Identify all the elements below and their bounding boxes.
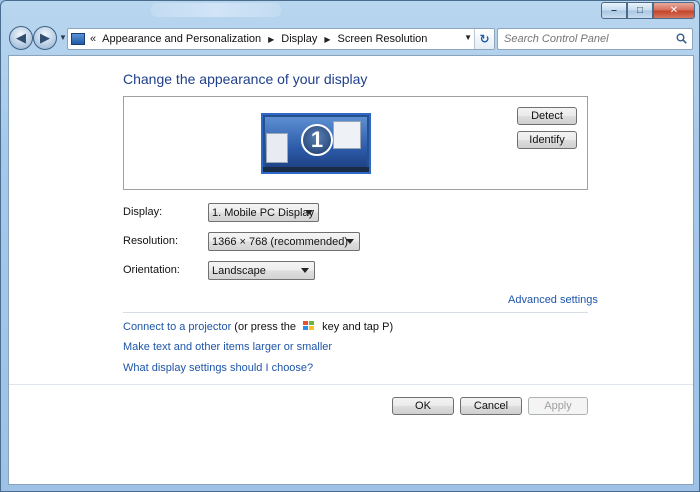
- display-select[interactable]: 1. Mobile PC Display: [208, 203, 319, 222]
- breadcrumb-separator-icon[interactable]: ▶: [324, 35, 330, 44]
- page-title: Change the appearance of your display: [123, 71, 368, 87]
- search-box[interactable]: [497, 28, 693, 50]
- forward-arrow-icon[interactable]: ▶: [33, 26, 57, 50]
- monitor-1-thumbnail[interactable]: 1: [261, 113, 371, 174]
- minimize-button[interactable]: –: [601, 2, 627, 19]
- advanced-settings-link[interactable]: Advanced settings: [508, 294, 598, 306]
- monitor-preview-area: 1 Detect Identify: [123, 96, 588, 190]
- breadcrumb-appearance[interactable]: Appearance and Personalization: [102, 33, 261, 45]
- orientation-select-value: Landscape: [212, 264, 266, 277]
- projector-row: Connect to a projector (or press the key…: [123, 321, 393, 333]
- ok-button[interactable]: OK: [392, 397, 454, 415]
- monitor-number-badge: 1: [301, 124, 333, 156]
- detect-button[interactable]: Detect: [517, 107, 577, 125]
- control-panel-icon: [71, 33, 85, 45]
- breadcrumb-display[interactable]: Display: [281, 33, 317, 45]
- orientation-select[interactable]: Landscape: [208, 261, 315, 280]
- desktop-window-icon: [266, 133, 288, 163]
- dropdown-arrow-icon: [305, 210, 313, 215]
- search-icon[interactable]: [676, 33, 687, 44]
- back-arrow-icon[interactable]: ◀: [9, 26, 33, 50]
- display-help-link[interactable]: What display settings should I choose?: [123, 362, 313, 374]
- address-bar[interactable]: « Appearance and Personalization ▶ Displ…: [67, 28, 495, 50]
- windows-logo-icon: [303, 321, 315, 331]
- caption-buttons: – □ ✕: [601, 2, 695, 19]
- recent-pages-dropdown-icon[interactable]: ▼: [59, 33, 67, 42]
- display-label: Display:: [123, 206, 163, 218]
- orientation-label: Orientation:: [123, 264, 180, 276]
- address-dropdown-icon[interactable]: ▼: [464, 33, 472, 42]
- dropdown-arrow-icon: [301, 268, 309, 273]
- maximize-button[interactable]: □: [627, 2, 653, 19]
- projector-hint-after: key and tap P): [322, 321, 394, 333]
- close-button[interactable]: ✕: [653, 2, 695, 19]
- desktop-window-icon: [333, 121, 361, 149]
- blurred-title: [151, 3, 281, 17]
- breadcrumb-overflow-icon[interactable]: «: [90, 33, 96, 45]
- search-input[interactable]: [504, 33, 664, 45]
- breadcrumb-separator-icon[interactable]: ▶: [268, 35, 274, 44]
- title-bar: – □ ✕: [1, 1, 699, 23]
- resolution-select[interactable]: 1366 × 768 (recommended): [208, 232, 360, 251]
- footer-divider: [9, 384, 693, 385]
- breadcrumb-screen-resolution[interactable]: Screen Resolution: [338, 33, 428, 45]
- section-divider: [123, 312, 588, 313]
- text-size-link[interactable]: Make text and other items larger or smal…: [123, 341, 332, 353]
- dropdown-arrow-icon: [346, 239, 354, 244]
- resolution-label: Resolution:: [123, 235, 179, 247]
- identify-button[interactable]: Identify: [517, 131, 577, 149]
- navigation-bar: ◀ ▶ ▼ « Appearance and Personalization ▶…: [7, 25, 693, 53]
- apply-button[interactable]: Apply: [528, 397, 588, 415]
- refresh-icon[interactable]: ↻: [474, 29, 494, 49]
- display-select-value: 1. Mobile PC Display: [212, 206, 315, 219]
- cancel-button[interactable]: Cancel: [460, 397, 522, 415]
- connect-projector-link[interactable]: Connect to a projector: [123, 321, 231, 333]
- projector-hint-before: (or press the: [234, 321, 297, 333]
- resolution-select-value: 1366 × 768 (recommended): [212, 235, 349, 248]
- window-frame: – □ ✕ ◀ ▶ ▼ « Appearance and Personaliza…: [0, 0, 700, 492]
- desktop-taskbar: [263, 167, 369, 172]
- content-area: Change the appearance of your display 1 …: [8, 55, 694, 485]
